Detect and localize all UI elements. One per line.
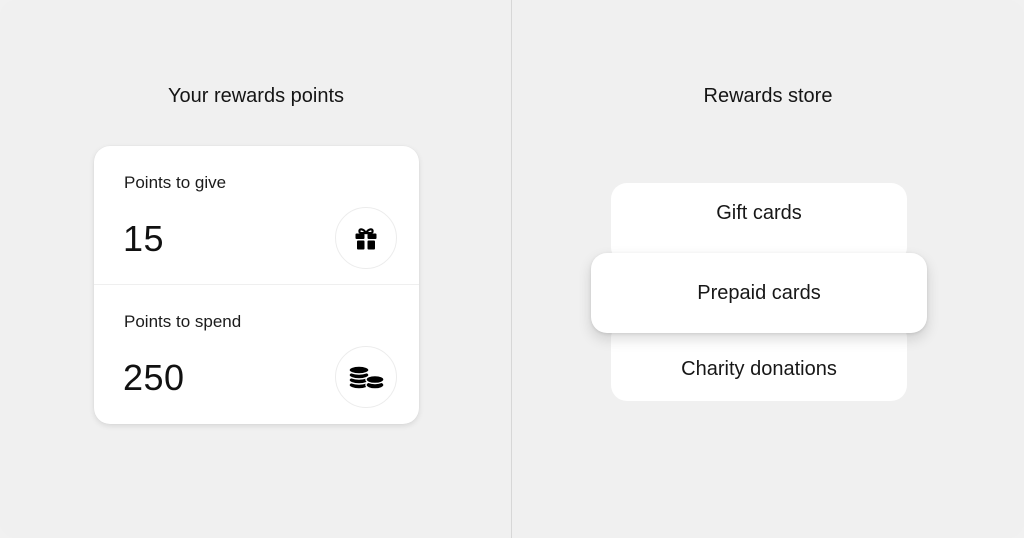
gift-icon xyxy=(355,228,377,250)
rewards-store-title: Rewards store xyxy=(703,85,833,107)
points-to-spend-label: Points to spend xyxy=(124,312,242,331)
coins-icon-button[interactable] xyxy=(335,346,397,408)
prepaid-cards-button[interactable]: Prepaid cards xyxy=(591,253,927,333)
coins-icon xyxy=(348,365,385,390)
gift-icon-button[interactable] xyxy=(335,207,397,269)
points-to-spend-row: Points to spend 250 xyxy=(94,285,419,423)
charity-donations-label: Charity donations xyxy=(681,358,837,380)
rewards-points-title: Your rewards points xyxy=(167,85,345,107)
gift-cards-button[interactable]: Gift cards xyxy=(611,183,907,263)
points-card: Points to give 15 Points to spend 250 xyxy=(94,146,419,424)
points-to-give-row: Points to give 15 xyxy=(94,146,419,285)
points-to-give-value: 15 xyxy=(123,218,165,259)
rewards-store-panel: Rewards store Gift cards Charity donatio… xyxy=(512,0,1024,538)
gift-cards-label: Gift cards xyxy=(716,201,802,224)
rewards-points-panel: Your rewards points Points to give 15 Po… xyxy=(0,0,512,538)
prepaid-cards-label: Prepaid cards xyxy=(697,281,821,304)
points-to-give-label: Points to give xyxy=(124,173,227,192)
charity-donations-button[interactable]: Charity donations xyxy=(611,322,907,401)
points-to-spend-value: 250 xyxy=(123,357,185,398)
